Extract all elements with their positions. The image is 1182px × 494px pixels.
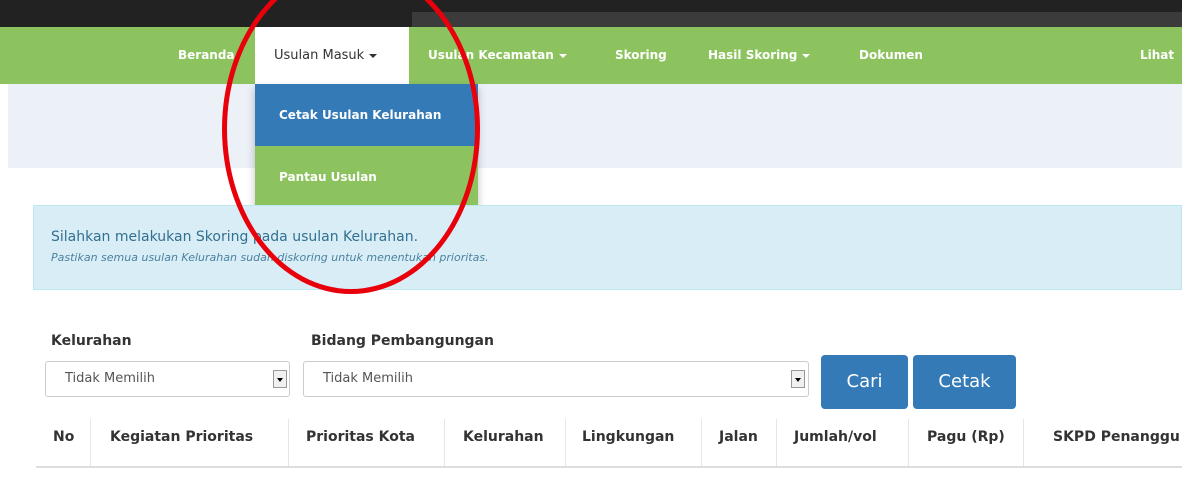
chevron-down-icon (802, 53, 811, 58)
alert-message: Silahkan melakukan Skoring pada usulan K… (51, 229, 419, 245)
nav-hasil-skoring[interactable]: Hasil Skoring (708, 27, 811, 84)
nav-dokumen[interactable]: Dokumen (859, 27, 923, 84)
kelurahan-select[interactable]: Tidak Memilih (45, 361, 290, 397)
column-jumlah-vol: Jumlah/vol (794, 429, 877, 445)
column-separator (90, 419, 91, 466)
column-prioritas-kota: Prioritas Kota (306, 429, 415, 445)
column-lingkungan: Lingkungan (582, 429, 675, 445)
column-separator (288, 419, 289, 466)
table-header-border (36, 466, 1182, 468)
column-separator (565, 419, 566, 466)
column-skpd-penanggung: SKPD Penanggu (1053, 429, 1180, 445)
nav-skoring[interactable]: Skoring (615, 27, 667, 84)
top-bar-right (412, 12, 1182, 27)
usulan-masuk-dropdown: Cetak Usulan Kelurahan Pantau Usulan (255, 84, 478, 208)
kelurahan-label: Kelurahan (51, 333, 132, 349)
nav-usulan-masuk[interactable]: Usulan Masuk (255, 27, 409, 84)
nav-usulan-kecamatan-label: Usulan Kecamatan (428, 48, 554, 62)
nav-lihat[interactable]: Lihat (1140, 27, 1174, 84)
nav-beranda[interactable]: Beranda (178, 27, 235, 84)
column-no: No (53, 429, 75, 445)
header-band (8, 84, 1182, 168)
bidang-select-value: Tidak Memilih (323, 371, 413, 386)
nav-usulan-kecamatan[interactable]: Usulan Kecamatan (428, 27, 567, 84)
column-kegiatan-prioritas: Kegiatan Prioritas (110, 429, 254, 445)
chevron-down-icon (558, 53, 567, 58)
column-pagu: Pagu (Rp) (927, 429, 1005, 445)
menu-item-cetak-usulan-kelurahan[interactable]: Cetak Usulan Kelurahan (255, 84, 478, 146)
column-jalan: Jalan (719, 429, 758, 445)
chevron-down-icon (369, 53, 378, 58)
column-kelurahan: Kelurahan (463, 429, 544, 445)
kelurahan-select-value: Tidak Memilih (65, 371, 155, 386)
dropdown-arrow-icon (791, 370, 805, 388)
menu-item-pantau-usulan[interactable]: Pantau Usulan (255, 146, 478, 208)
print-button[interactable]: Cetak (913, 355, 1016, 409)
dropdown-arrow-icon (273, 370, 287, 388)
column-separator (1023, 419, 1024, 466)
nav-usulan-masuk-label: Usulan Masuk (274, 48, 365, 63)
column-separator (444, 419, 445, 466)
bidang-label: Bidang Pembangungan (311, 333, 494, 349)
column-separator (776, 419, 777, 466)
search-button[interactable]: Cari (821, 355, 908, 409)
info-alert: Silahkan melakukan Skoring pada usulan K… (33, 205, 1182, 290)
alert-hint: Pastikan semua usulan Kelurahan sudah di… (51, 251, 489, 264)
nav-hasil-skoring-label: Hasil Skoring (708, 48, 798, 62)
column-separator (908, 419, 909, 466)
bidang-select[interactable]: Tidak Memilih (303, 361, 809, 397)
column-separator (701, 419, 702, 466)
